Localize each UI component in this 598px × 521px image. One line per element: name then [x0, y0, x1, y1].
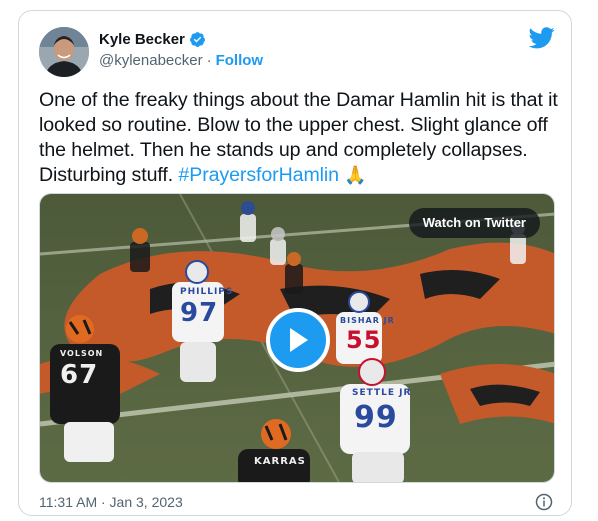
jersey-name-settle: SETTLE JR — [352, 388, 412, 398]
separator-dot: · — [206, 52, 212, 69]
author-handle-row: @kylenabecker · Follow — [99, 52, 263, 69]
praying-hands-emoji: 🙏 — [344, 165, 367, 185]
follow-button[interactable]: Follow — [216, 52, 264, 69]
info-icon[interactable] — [535, 493, 553, 511]
author-avatar[interactable] — [39, 27, 89, 77]
video-player[interactable]: PHILLIPS 97 BISHAR JR 55 SETTLE JR 99 VO… — [39, 193, 555, 483]
tweet-timestamp[interactable]: 11:31 AM · Jan 3, 2023 — [39, 494, 183, 510]
author-name[interactable]: Kyle Becker — [99, 31, 185, 48]
author-handle[interactable]: @kylenabecker — [99, 52, 203, 69]
author-name-row[interactable]: Kyle Becker — [99, 31, 206, 48]
twitter-bird-icon[interactable] — [529, 27, 555, 49]
avatar-photo — [39, 27, 89, 77]
jersey-number-67: 67 — [60, 360, 99, 390]
verified-badge-icon — [189, 32, 205, 47]
jersey-name-volson: VOLSON — [60, 349, 104, 358]
jersey-number-99: 99 — [354, 400, 398, 435]
tweet-card[interactable]: Kyle Becker @kylenabecker · Follow One o… — [18, 10, 572, 516]
play-icon — [290, 328, 308, 352]
play-button[interactable] — [266, 308, 330, 372]
hashtag-link[interactable]: #PrayersforHamlin — [178, 164, 339, 186]
tweet-text: One of the freaky things about the Damar… — [39, 88, 559, 188]
jersey-name-phillips: PHILLIPS — [180, 287, 234, 297]
jersey-name-bishar: BISHAR JR — [340, 316, 395, 325]
watch-on-twitter-button[interactable]: Watch on Twitter — [408, 208, 540, 238]
jersey-number-97: 97 — [180, 298, 219, 328]
jersey-name-karras: KARRAS — [254, 456, 306, 467]
jersey-number-55: 55 — [346, 326, 382, 354]
